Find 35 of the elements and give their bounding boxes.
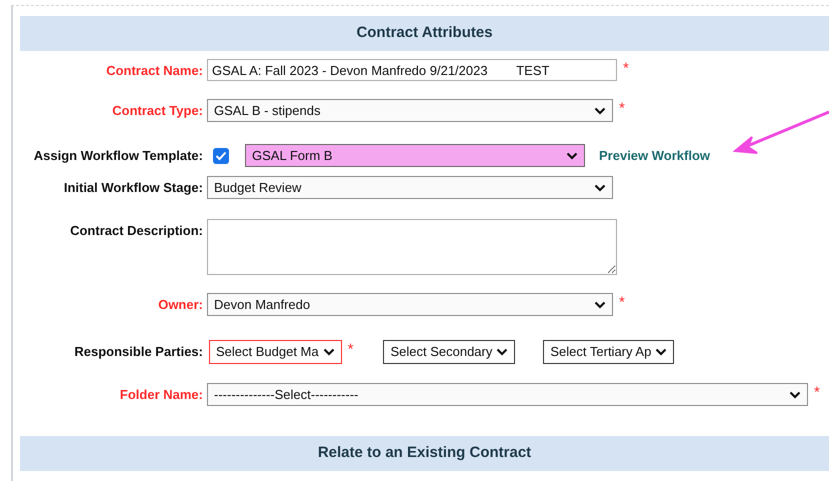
text-field[interactable]: GSAL A: Fall 2023 - Devon Manfredo 9/21/2023 TEST xyxy=(207,59,617,81)
select-field[interactable]: Devon Manfredo xyxy=(207,293,613,316)
chevron-icon xyxy=(594,106,606,114)
required-mark: * xyxy=(619,295,625,310)
chevron-icon xyxy=(322,348,335,356)
select-field[interactable]: --------------Select----------- xyxy=(207,383,808,406)
required-mark: * xyxy=(623,61,629,76)
required-mark: * xyxy=(814,385,820,400)
select-field[interactable]: Select Budget Ma xyxy=(209,340,342,364)
field-label: Responsible Parties: xyxy=(73,343,204,361)
text-area[interactable] xyxy=(207,219,617,275)
section-header: Contract Attributes xyxy=(20,16,829,51)
field-label: Contract Type: xyxy=(111,102,204,120)
required-mark: * xyxy=(619,101,625,116)
select-field[interactable]: GSAL Form B xyxy=(245,144,585,167)
field-label: Contract Description: xyxy=(69,222,204,240)
field-label: Initial Workflow Stage: xyxy=(62,179,204,197)
chevron-icon xyxy=(655,348,668,356)
section-header: Relate to an Existing Contract xyxy=(20,436,829,471)
select-field[interactable]: Budget Review xyxy=(207,176,613,199)
field-label: Owner: xyxy=(157,296,204,314)
select-field[interactable]: Select Secondary xyxy=(383,340,516,364)
field-label: Assign Workflow Template: xyxy=(32,147,204,165)
chevron-icon xyxy=(566,152,578,160)
chevron-icon xyxy=(594,300,606,308)
checkbox[interactable] xyxy=(213,148,229,164)
required-mark: * xyxy=(348,342,354,357)
chevron-icon xyxy=(594,184,606,192)
select-field[interactable]: GSAL B - stipends xyxy=(207,99,613,122)
chevron-icon xyxy=(789,390,801,398)
field-label: Folder Name: xyxy=(118,386,204,404)
field-label: Contract Name: xyxy=(105,62,204,80)
select-field[interactable]: Select Tertiary Ap xyxy=(543,340,674,364)
preview-workflow-link[interactable]: Preview Workflow xyxy=(599,146,710,166)
chevron-icon xyxy=(496,348,508,356)
